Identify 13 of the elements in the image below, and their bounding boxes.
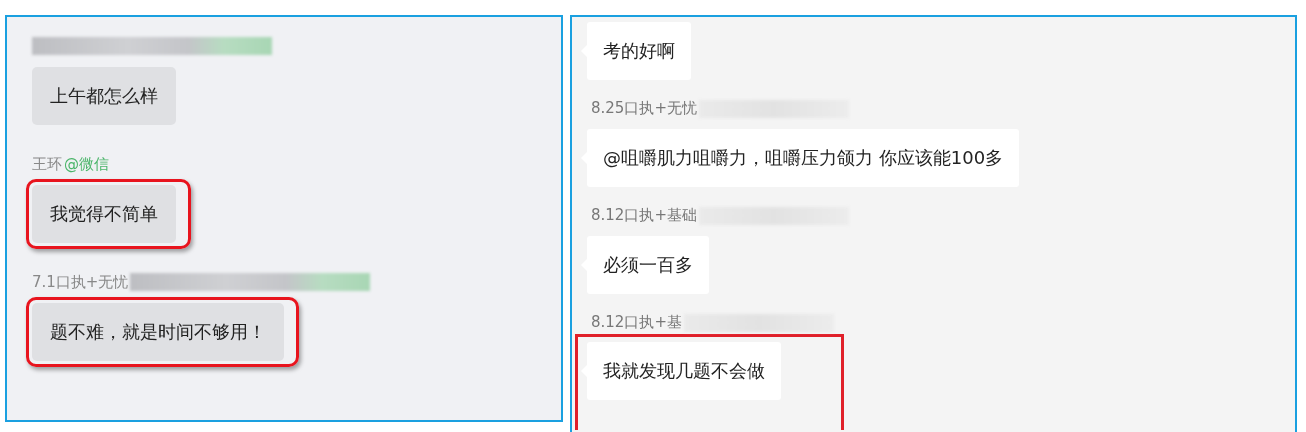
message-bubble: 我觉得不简单 bbox=[32, 185, 176, 243]
message-bubble: 我就发现几题不会做 bbox=[587, 342, 781, 400]
message-bubble: 考的好啊 bbox=[587, 22, 691, 80]
message-bubble: 必须一百多 bbox=[587, 236, 709, 294]
sender-name: 王环 bbox=[32, 154, 62, 174]
sender-name: 7.1口执+无忧 bbox=[32, 272, 129, 292]
sender-tag: @微信 bbox=[64, 154, 109, 174]
sender-name: 8.12口执+基础 bbox=[591, 206, 697, 225]
message-bubble: @咀嚼肌力咀嚼力，咀嚼压力颌力 你应该能100多 bbox=[587, 129, 1020, 187]
message-bubble: 上午都怎么样 bbox=[32, 67, 176, 125]
sender-name: 8.12口执+基 bbox=[591, 313, 682, 332]
sender-name: 8.25口执+无忧 bbox=[591, 99, 697, 118]
message-bubble: 题不难，就是时间不够用！ bbox=[32, 303, 284, 361]
